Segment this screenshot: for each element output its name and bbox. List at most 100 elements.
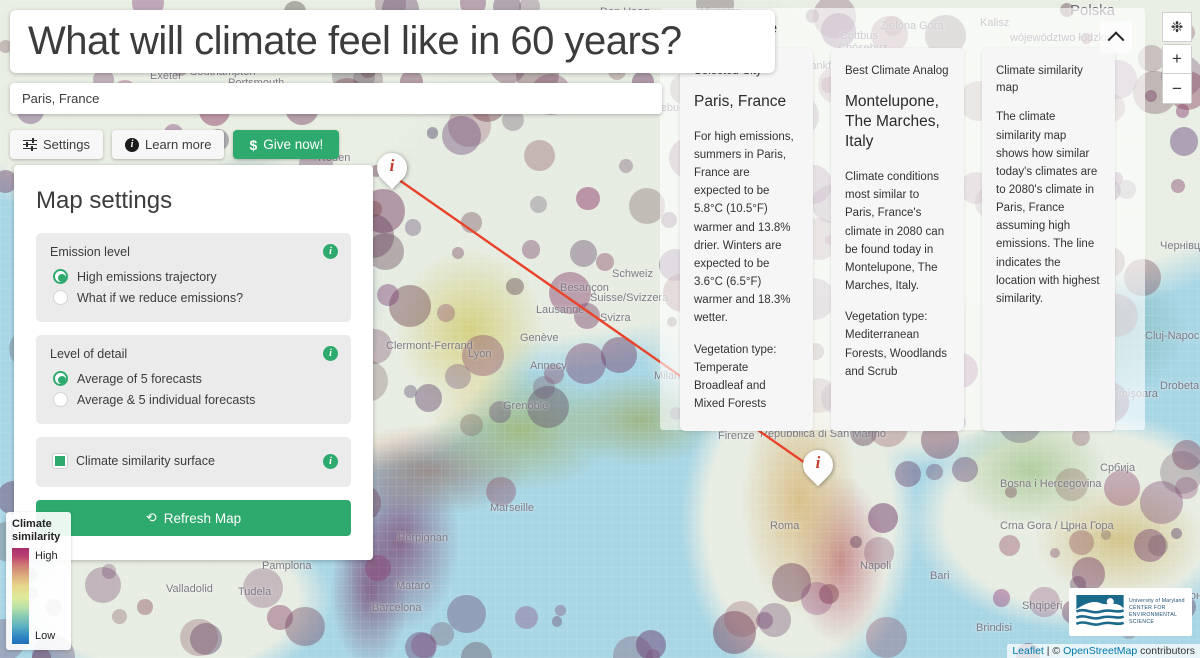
attribution-separator: | © [1043,645,1064,657]
map-place-label: Valladolid [166,583,213,595]
legend-body: High Low [12,548,66,644]
map-pin-selected-city[interactable]: i [370,146,414,195]
climate-similarity-legend: Climate similarity High Low [6,511,71,650]
card-paragraph: Climate conditions most similar to Paris… [845,171,945,293]
map-place-label: Schweiz [612,268,653,280]
radio-indicator [53,269,68,284]
card-heading: Montelupone, The Marches, Italy [845,92,940,150]
option-label: Climate similarity surface [76,454,215,468]
legend-tick-labels: High Low [29,548,66,644]
checkbox-option-climate-similarity-surface[interactable]: Climate similarity surface [50,451,337,471]
city-search-card[interactable] [10,83,662,114]
settings-button-label: Settings [43,137,90,152]
info-icon-emission-level[interactable]: i [323,244,338,259]
card-kicker: Best Climate Analog [845,65,949,77]
sliders-icon [23,137,37,151]
radio-option-average-5-forecasts[interactable]: Average of 5 forecasts [50,368,337,389]
map-place-label: Mataró [396,580,431,592]
page-title: What will climate feel like in 60 years? [28,19,682,63]
learn-more-button[interactable]: i Learn more [111,130,225,159]
zoom-out-button[interactable]: − [1162,74,1192,104]
map-place-label: Perpignan [398,532,449,544]
option-label: Average & 5 individual forecasts [77,392,256,407]
refresh-map-button-label: Refresh Map [163,510,242,526]
umces-logo: University of Maryland CENTER FOR ENVIRO… [1069,588,1192,636]
map-place-label: Drobeta-Turnu Severin [1160,380,1200,392]
give-now-button[interactable]: $ Give now! [233,130,340,159]
map-place-label: Marseille [490,502,535,514]
legend-high-label: High [35,550,58,562]
give-now-button-label: Give now! [263,137,324,152]
map-place-label: Brindisi [976,622,1013,634]
map-locate-control: ❉ [1162,12,1192,42]
card-body: The climate similarity map shows how sim… [996,108,1101,308]
learn-more-button-label: Learn more [144,137,212,152]
map-place-label: Bosna i Hercegovina [1000,478,1102,490]
map-place-label: Genève [520,332,559,344]
map-place-label: Clermont-Ferrand [386,340,473,352]
map-place-label: Annecy [530,360,567,372]
card-paragraph: The climate similarity map shows how sim… [996,111,1100,305]
info-card-selected-city: Selected City Paris, France For high emi… [680,48,813,432]
radio-indicator [53,392,68,407]
legend-title: Climate similarity [12,517,61,543]
card-body: For high emissions, summers in Paris, Fr… [694,128,799,413]
map-place-label: Lausanne [536,304,585,316]
map-place-label: Tudela [238,586,272,598]
info-icon-level-of-detail[interactable]: i [323,346,338,361]
map-place-label: Roma [770,520,800,532]
attribution-suffix: contributors [1137,645,1195,657]
option-label: Average of 5 forecasts [77,371,202,386]
card-heading: Paris, France [694,92,787,110]
map-place-label: Cluj-Napoca [1145,330,1200,342]
map-settings-heading: Map settings [36,187,173,214]
map-place-label: Чернівці [1160,240,1200,252]
umces-logo-text: University of Maryland CENTER FOR ENVIRO… [1129,598,1187,626]
climate-explorer-app: ExeterPortsmouthSouthamptonDen HaagMunst… [0,0,1200,658]
radio-option-reduced-emissions[interactable]: What if we reduce emissions? [50,287,337,308]
info-icon-similarity-surface[interactable]: i [323,454,338,469]
map-settings-panel: Map settings Emission level i High emiss… [14,165,373,560]
info-card-list: Selected City Paris, France For high emi… [672,48,1133,432]
info-card-climate-similarity-map: Climate similarity map The climate simil… [982,48,1115,432]
card-paragraph: Vegetation type: Mediterranean Forests, … [845,311,948,378]
refresh-icon: ⟳ [145,510,157,525]
info-card-best-climate-analog: Best Climate Analog Montelupone, The Mar… [831,48,964,432]
map-place-label: Grenoble [503,400,549,412]
map-pin-climate-analog[interactable]: i [796,443,840,492]
map-place-label: Shqipëri [1022,600,1063,612]
openstreetmap-link[interactable]: OpenStreetMap [1063,645,1137,657]
card-paragraph: For high emissions, summers in Paris, Fr… [694,130,794,325]
settings-group-emission-level: Emission level i High emissions trajecto… [36,233,351,322]
map-place-label: Suisse/Svizzera [590,292,669,304]
radio-option-average-and-individual[interactable]: Average & 5 individual forecasts [50,389,337,410]
map-place-label: Crna Gora / Црна Гора [1000,520,1114,532]
dollar-icon: $ [249,136,258,153]
radio-indicator [53,371,68,386]
settings-group-level-of-detail: Level of detail i Average of 5 forecasts… [36,335,351,424]
collapse-panel-button[interactable] [1100,21,1132,53]
zoom-in-button[interactable]: + [1162,44,1192,74]
option-label: High emissions trajectory [77,269,217,284]
map-place-label: Svizra [600,312,631,324]
top-button-row: Settings i Learn more $ Give now! [10,130,340,159]
map-place-label: Bari [930,570,950,582]
settings-button[interactable]: Settings [10,130,103,159]
leaflet-link[interactable]: Leaflet [1012,645,1044,657]
info-icon: i [124,137,139,152]
legend-low-label: Low [35,630,56,642]
card-body: Climate conditions most similar to Paris… [845,168,950,381]
map-place-label: Србија [1100,462,1136,474]
map-place-label: Napoli [860,560,892,572]
locate-globe-button[interactable]: ❉ [1162,12,1192,42]
refresh-map-button[interactable]: ⟳ Refresh Map [36,500,351,536]
radio-option-high-emissions[interactable]: High emissions trajectory [50,266,337,287]
map-place-label: Barcelona [372,602,422,614]
city-search-input[interactable] [22,91,630,106]
chevron-up-icon [1107,31,1125,49]
umces-logo-mark [1075,595,1125,626]
checkbox-indicator [52,453,68,469]
logo-line-2: CENTER FOR ENVIRONMENTAL SCIENCE [1129,604,1177,626]
legend-color-ramp [12,548,29,644]
card-paragraph: Vegetation type: Temperate Broadleaf and… [694,343,777,410]
